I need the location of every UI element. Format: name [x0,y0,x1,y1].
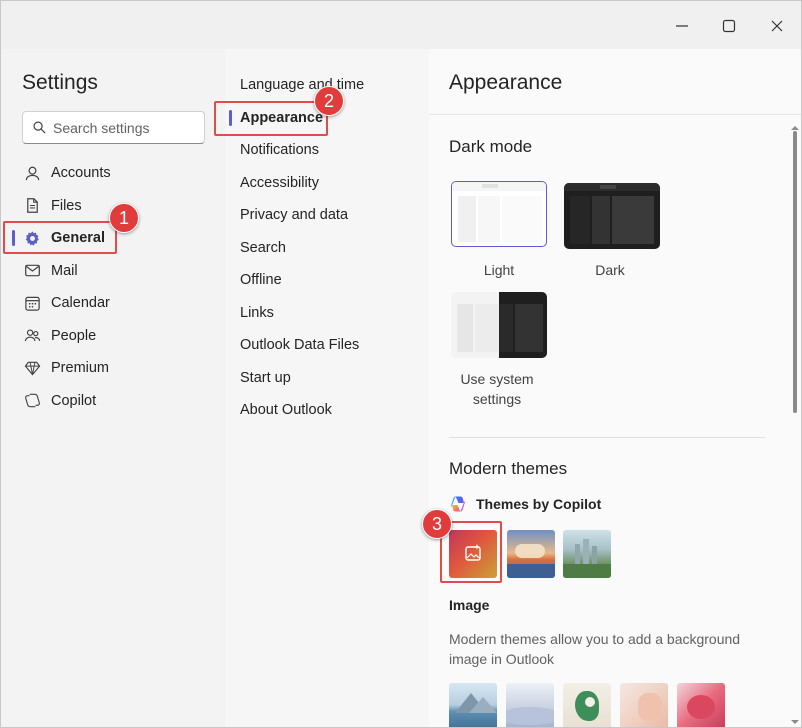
system-theme-preview [451,292,547,358]
callout-box-appearance [214,101,328,136]
subnav-item-label: Links [240,304,274,321]
subnav-item-start-up[interactable]: Start up [225,362,429,395]
callout-badge-1: 1 [109,203,139,233]
callout-badge-2: 2 [314,86,344,116]
theme-option-system[interactable] [451,292,547,358]
calendar-icon [23,294,41,312]
sidebar-item-label: Calendar [51,295,110,312]
close-button[interactable] [760,9,794,43]
dark-theme-preview [564,183,660,249]
sidebar-item-calendar[interactable]: Calendar [1,287,225,320]
minimize-button[interactable] [665,9,699,43]
copilot-themes-label: Themes by Copilot [476,496,602,512]
person-icon [23,164,41,182]
subnav-item-search[interactable]: Search [225,232,429,265]
image-theme-blush[interactable] [620,683,668,727]
modern-themes-heading: Modern themes [449,459,568,478]
scrollbar-thumb[interactable] [793,131,797,413]
maximize-button[interactable] [712,9,746,43]
subnav-item-label: Privacy and data [240,207,349,224]
sidebar-item-label: Files [51,197,82,214]
callout-box-general [3,221,117,254]
settings-sidebar: Settings Accounts Files General Mail [1,49,225,727]
sidebar-item-label: Premium [51,360,110,377]
sidebar-item-label: People [51,327,97,344]
document-icon [23,197,41,215]
close-icon [771,20,783,32]
subnav-item-notifications[interactable]: Notifications [225,134,429,167]
subnav-item-privacy-and-data[interactable]: Privacy and data [225,199,429,232]
themes-by-copilot: Themes by Copilot [449,495,601,513]
subnav-item-label: Start up [240,369,291,386]
general-subnav: Language and time Appearance Notificatio… [225,49,429,727]
theme-option-light[interactable] [451,181,547,247]
image-theme-waves[interactable] [506,683,554,727]
sidebar-item-label: Accounts [51,165,111,182]
page-title: Appearance [449,71,563,94]
search-input[interactable] [53,119,193,136]
subnav-item-about-outlook[interactable]: About Outlook [225,394,429,427]
image-theme-mountain[interactable] [449,683,497,727]
dark-mode-heading: Dark mode [449,137,533,156]
search-box[interactable] [22,111,205,144]
subnav-item-label: Accessibility [240,174,319,191]
theme-swatch-sky[interactable] [507,530,555,578]
subnav-item-accessibility[interactable]: Accessibility [225,167,429,200]
appearance-pane: Appearance Dark mode Light Dark Use syst… [429,49,801,727]
copilot-icon [23,392,41,410]
subnav-item-label: About Outlook [240,402,332,419]
settings-window: Settings Accounts Files General Mail [0,0,802,728]
maximize-icon [722,19,736,33]
theme-label-dark: Dark [595,262,625,278]
subnav-item-label: Language and time [240,77,365,94]
subnav-item-outlook-data-files[interactable]: Outlook Data Files [225,329,429,362]
mail-icon [23,262,41,280]
callout-badge-3: 3 [422,509,452,539]
sidebar-item-accounts[interactable]: Accounts [1,157,225,190]
sidebar-item-premium[interactable]: Premium [1,352,225,385]
subnav-item-label: Outlook Data Files [240,337,360,354]
theme-label-light: Light [483,262,515,278]
sidebar-item-label: Mail [51,262,78,279]
light-theme-preview [451,181,547,247]
copilot-color-icon [450,496,466,512]
section-divider [449,437,765,438]
image-description: Modern themes allow you to add a backgro… [449,631,741,667]
title-divider [429,114,801,115]
theme-option-dark[interactable] [564,183,660,249]
title-bar [1,1,801,49]
sidebar-item-copilot[interactable]: Copilot [1,385,225,418]
image-theme-swirl[interactable] [677,683,725,727]
sidebar-item-label: Copilot [51,392,97,409]
theme-swatch-city[interactable] [563,530,611,578]
minimize-icon [676,25,688,27]
people-icon [23,327,41,345]
theme-label-system: Use system settings [460,371,534,407]
sidebar-item-mail[interactable]: Mail [1,255,225,288]
image-section-label: Image [449,597,490,613]
subnav-item-offline[interactable]: Offline [225,264,429,297]
scroll-down-arrow[interactable] [790,713,800,727]
diamond-icon [23,359,41,377]
category-list: Accounts Files General Mail Calendar Peo… [1,157,225,417]
settings-title: Settings [22,71,98,94]
search-icon [33,121,46,134]
subnav-item-label: Search [240,239,286,256]
subnav-item-label: Offline [240,272,282,289]
subnav-item-links[interactable]: Links [225,297,429,330]
sidebar-item-people[interactable]: People [1,320,225,353]
subnav-item-label: Notifications [240,142,319,159]
image-theme-leaf[interactable] [563,683,611,727]
